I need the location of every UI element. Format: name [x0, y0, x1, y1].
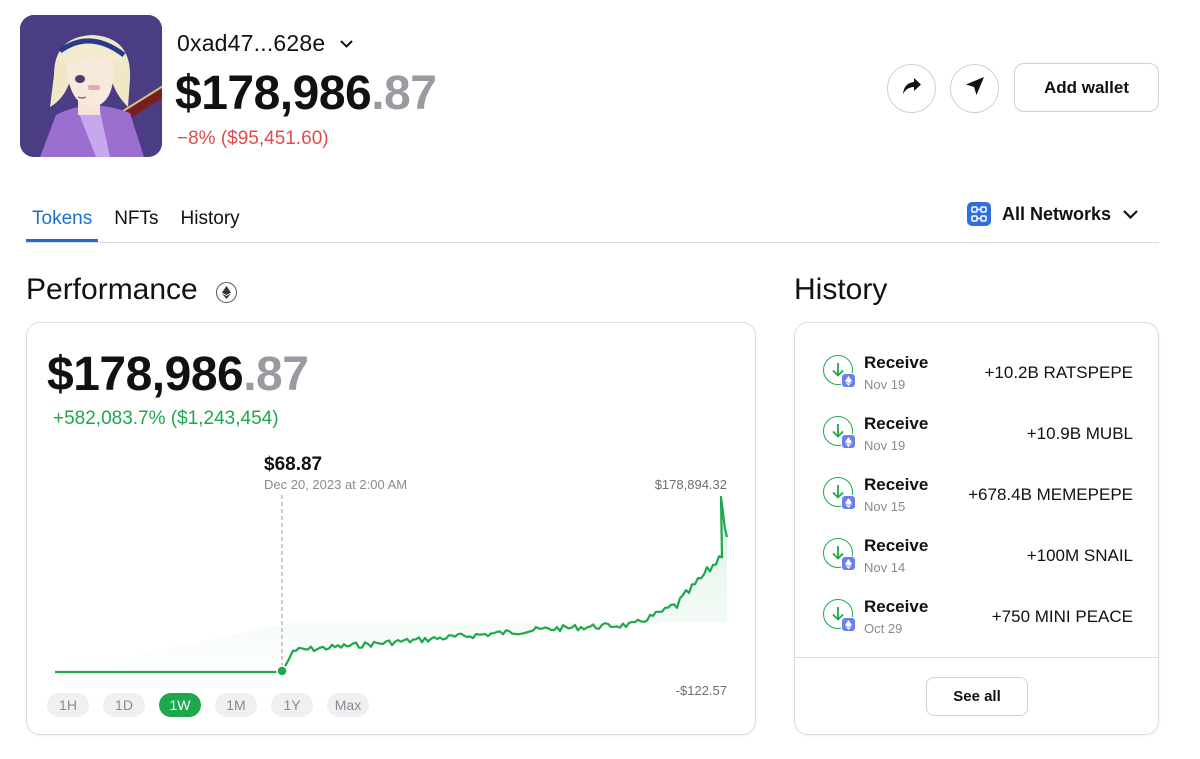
performance-title: Performance: [26, 273, 198, 306]
share-icon: [902, 77, 922, 100]
history-item-date: Nov 19: [864, 438, 906, 453]
see-all-button[interactable]: See all: [926, 677, 1028, 716]
chart-min-label: -$122.57: [676, 683, 727, 698]
tab-history[interactable]: History: [175, 200, 246, 242]
chart-max-label: $178,894.32: [655, 477, 727, 492]
wallet-address-selector[interactable]: 0xad47...628e: [177, 30, 353, 57]
range-1m-button[interactable]: 1M: [215, 693, 257, 717]
avatar-illustration: [20, 15, 162, 157]
history-item[interactable]: Receive Nov 19 +10.9B MUBL: [823, 408, 1133, 458]
ethereum-icon: [841, 434, 856, 449]
network-icon: [967, 202, 991, 226]
chevron-down-icon: [339, 37, 353, 51]
chart-crosshair-point: [276, 665, 288, 677]
ethereum-icon: [841, 617, 856, 632]
history-item-date: Oct 29: [864, 621, 903, 636]
chart-line: [55, 495, 729, 674]
ethereum-icon: [841, 495, 856, 510]
add-wallet-button[interactable]: Add wallet: [1014, 63, 1159, 112]
history-item-type: Receive: [864, 414, 929, 433]
share-button[interactable]: [887, 64, 936, 113]
range-1d-button[interactable]: 1D: [103, 693, 145, 717]
time-range-selector: 1H 1D 1W 1M 1Y Max: [47, 693, 383, 717]
balance-change: −8% ($95,451.60): [177, 128, 329, 149]
network-label: All Networks: [1002, 203, 1112, 224]
network-selector[interactable]: All Networks: [967, 202, 1138, 226]
history-item-amount: +678.4B MEMEPEPE: [968, 485, 1133, 504]
tab-nfts[interactable]: NFTs: [108, 200, 164, 242]
balance-main: $178,986: [175, 67, 372, 120]
chart-tooltip-value: $68.87: [264, 454, 322, 475]
balance-cents: .87: [371, 67, 437, 120]
history-item[interactable]: Receive Nov 19 +10.2B RATSPEPE: [823, 347, 1133, 397]
ethereum-icon: [841, 556, 856, 571]
chevron-down-icon: [1123, 209, 1138, 219]
history-card: Receive Nov 19 +10.2B RATSPEPE Receive N…: [794, 322, 1159, 735]
send-button[interactable]: [950, 64, 999, 113]
wallet-address: 0xad47...628e: [177, 30, 326, 56]
range-1h-button[interactable]: 1H: [47, 693, 89, 717]
history-item-type: Receive: [864, 597, 929, 616]
history-item[interactable]: Receive Nov 14 +100M SNAIL: [823, 530, 1133, 580]
history-item-type: Receive: [864, 475, 929, 494]
performance-card: $178,986.87 +582,083.7% ($1,243,454) $68…: [26, 322, 756, 735]
performance-chart[interactable]: $68.87 Dec 20, 2023 at 2:00 AM $178,894.…: [27, 323, 757, 736]
history-item[interactable]: Receive Oct 29 +750 MINI PEACE: [823, 591, 1133, 641]
chart-tooltip-date: Dec 20, 2023 at 2:00 AM: [264, 477, 407, 492]
ethereum-icon: [216, 282, 237, 303]
history-item-amount: +100M SNAIL: [1026, 546, 1133, 565]
history-item-date: Nov 14: [864, 560, 906, 575]
range-1w-button[interactable]: 1W: [159, 693, 201, 717]
range-max-button[interactable]: Max: [327, 693, 369, 717]
tab-tokens[interactable]: Tokens: [26, 200, 99, 242]
history-item-type: Receive: [864, 536, 929, 555]
ethereum-icon: [841, 373, 856, 388]
history-item-amount: +10.2B RATSPEPE: [984, 363, 1133, 382]
tabs-divider: [26, 242, 1159, 243]
history-item-type: Receive: [864, 353, 929, 372]
history-item[interactable]: Receive Nov 15 +678.4B MEMEPEPE: [823, 469, 1133, 519]
history-item-date: Nov 19: [864, 377, 906, 392]
history-item-date: Nov 15: [864, 499, 906, 514]
wallet-balance: $178,986.87: [175, 66, 437, 121]
main-tabs: Tokens NFTs History: [26, 200, 256, 242]
history-title: History: [794, 273, 888, 306]
history-item-amount: +750 MINI PEACE: [991, 607, 1133, 626]
wallet-avatar: [20, 15, 162, 157]
history-item-amount: +10.9B MUBL: [1026, 424, 1133, 443]
history-divider: [795, 657, 1158, 658]
range-1y-button[interactable]: 1Y: [271, 693, 313, 717]
chart-area-fill: [55, 497, 727, 672]
send-icon: [965, 76, 985, 101]
